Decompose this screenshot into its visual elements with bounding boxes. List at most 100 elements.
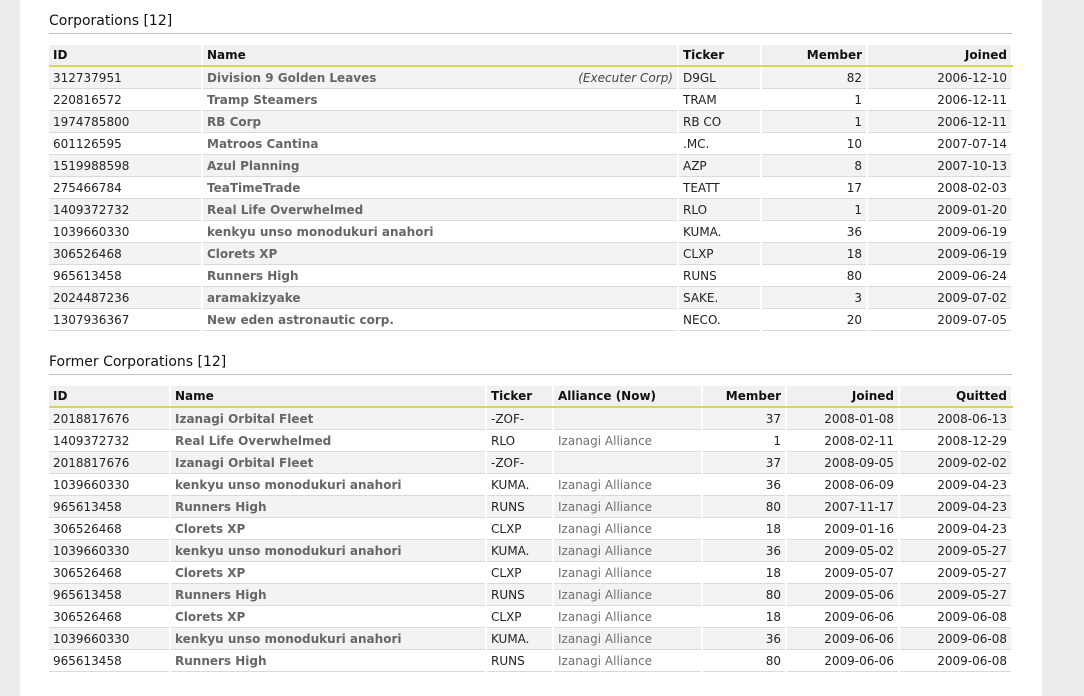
cell-name: Izanagi Orbital Fleet (170, 407, 487, 430)
cell-ticker: KUMA. (486, 473, 554, 496)
cell-name: kenkyu unso monodukuri anahori (202, 220, 679, 243)
column-header-ticker[interactable]: Ticker (486, 386, 554, 408)
corporation-link[interactable]: Division 9 Golden Leaves (207, 71, 376, 85)
column-header-joined[interactable]: Joined (786, 386, 900, 408)
alliance-link[interactable]: Izanagi Alliance (558, 654, 652, 668)
corporation-link[interactable]: Tramp Steamers (207, 93, 317, 107)
corporation-link[interactable]: RB Corp (207, 115, 261, 129)
corporation-link[interactable]: aramakizyake (207, 291, 301, 305)
corporation-link[interactable]: Clorets XP (175, 522, 245, 536)
cell-joined: 2009-06-06 (786, 605, 900, 628)
corporation-link[interactable]: New eden astronautic corp. (207, 313, 394, 327)
alliance-link[interactable]: Izanagi Alliance (558, 632, 652, 646)
table-row: 220816572 Tramp Steamers TRAM 1 2006-12-11 (49, 88, 1013, 111)
corporation-link[interactable]: Runners High (175, 588, 267, 602)
corporation-link[interactable]: Izanagi Orbital Fleet (175, 456, 313, 470)
corporation-link[interactable]: Clorets XP (207, 247, 277, 261)
cell-ticker: CLXP (678, 242, 762, 265)
corporation-link[interactable]: Matroos Cantina (207, 137, 318, 151)
alliance-link[interactable]: Izanagi Alliance (558, 478, 652, 492)
cell-id: 2018817676 (49, 407, 171, 430)
cell-id: 1039660330 (49, 473, 171, 496)
column-header-member[interactable]: Member (702, 386, 787, 408)
cell-ticker: -ZOF- (486, 407, 554, 430)
cell-ticker: RLO (678, 198, 762, 221)
alliance-link[interactable]: Izanagi Alliance (558, 434, 652, 448)
corporation-link[interactable]: kenkyu unso monodukuri anahori (175, 632, 401, 646)
cell-joined: 2006-12-11 (867, 110, 1013, 133)
corporation-link[interactable]: Clorets XP (175, 566, 245, 580)
cell-name: (Executer Corp) Division 9 Golden Leaves (202, 66, 679, 89)
alliance-link[interactable]: Izanagi Alliance (558, 588, 652, 602)
column-header-name[interactable]: Name (170, 386, 487, 408)
cell-name: Clorets XP (170, 605, 487, 628)
table-row: 965613458 Runners High RUNS 80 2009-06-24 (49, 264, 1013, 287)
column-header-ticker[interactable]: Ticker (678, 45, 762, 67)
cell-name: Matroos Cantina (202, 132, 679, 155)
cell-member: 36 (702, 473, 787, 496)
column-header-joined[interactable]: Joined (867, 45, 1013, 67)
cell-name: Runners High (202, 264, 679, 287)
corporation-link[interactable]: kenkyu unso monodukuri anahori (207, 225, 433, 239)
table-row: 306526468 Clorets XP CLXP Izanagi Alliance 1… (49, 517, 1013, 540)
cell-name: Clorets XP (170, 561, 487, 584)
cell-id: 1519988598 (49, 154, 203, 177)
cell-ticker: CLXP (486, 561, 554, 584)
alliance-link[interactable]: Izanagi Alliance (558, 522, 652, 536)
cell-member: 1 (702, 429, 787, 452)
table-row: 965613458 Runners High RUNS Izanagi Allianc… (49, 583, 1013, 606)
cell-name: Runners High (170, 649, 487, 672)
cell-id: 1307936367 (49, 308, 203, 331)
corporation-link[interactable]: Runners High (175, 500, 267, 514)
cell-ticker: KUMA. (486, 539, 554, 562)
cell-joined: 2009-06-19 (867, 242, 1013, 265)
table-row: 306526468 Clorets XP CLXP Izanagi Alliance 1… (49, 605, 1013, 628)
alliance-link[interactable]: Izanagi Alliance (558, 500, 652, 514)
cell-name: TeaTimeTrade (202, 176, 679, 199)
corporation-link[interactable]: Izanagi Orbital Fleet (175, 412, 313, 426)
table-row: 1039660330 kenkyu unso monodukuri anahori… (49, 220, 1013, 243)
corporation-link[interactable]: kenkyu unso monodukuri anahori (175, 544, 401, 558)
cell-ticker: SAKE. (678, 286, 762, 309)
corporation-link[interactable]: TeaTimeTrade (207, 181, 300, 195)
cell-alliance (553, 407, 703, 430)
corporation-link[interactable]: Runners High (207, 269, 299, 283)
column-header-id[interactable]: ID (49, 386, 171, 408)
cell-joined: 2009-05-02 (786, 539, 900, 562)
corporation-link[interactable]: Runners High (175, 654, 267, 668)
column-header-quitted[interactable]: Quitted (899, 386, 1013, 408)
cell-member: 1 (761, 88, 868, 111)
cell-ticker: KUMA. (678, 220, 762, 243)
table-row: 2018817676 Izanagi Orbital Fleet -ZOF- 37 20… (49, 407, 1013, 430)
cell-quitted: 2009-06-08 (899, 649, 1013, 672)
cell-ticker: TEATT (678, 176, 762, 199)
former-corporations-title: Former Corporations [12] (49, 354, 227, 370)
cell-id: 2018817676 (49, 451, 171, 474)
cell-alliance: Izanagi Alliance (553, 495, 703, 518)
column-header-alliance[interactable]: Alliance (Now) (553, 386, 703, 408)
column-header-id[interactable]: ID (49, 45, 203, 67)
cell-name: Clorets XP (170, 517, 487, 540)
corporation-link[interactable]: Azul Planning (207, 159, 299, 173)
corporation-link[interactable]: kenkyu unso monodukuri anahori (175, 478, 401, 492)
cell-alliance: Izanagi Alliance (553, 473, 703, 496)
alliance-link[interactable]: Izanagi Alliance (558, 566, 652, 580)
cell-joined: 2009-07-02 (867, 286, 1013, 309)
cell-quitted: 2009-04-23 (899, 473, 1013, 496)
cell-name: aramakizyake (202, 286, 679, 309)
cell-alliance: Izanagi Alliance (553, 627, 703, 650)
corporation-link[interactable]: Clorets XP (175, 610, 245, 624)
column-header-name[interactable]: Name (202, 45, 679, 67)
cell-id: 1409372732 (49, 198, 203, 221)
column-header-member[interactable]: Member (761, 45, 868, 67)
cell-ticker: .MC. (678, 132, 762, 155)
cell-id: 1039660330 (49, 627, 171, 650)
cell-quitted: 2009-04-23 (899, 517, 1013, 540)
alliance-link[interactable]: Izanagi Alliance (558, 610, 652, 624)
corporation-link[interactable]: Real Life Overwhelmed (175, 434, 331, 448)
corporation-link[interactable]: Real Life Overwhelmed (207, 203, 363, 217)
former-corporations-table: ID Name Ticker Alliance (Now) Member Joi… (49, 386, 1013, 672)
alliance-link[interactable]: Izanagi Alliance (558, 544, 652, 558)
cell-name: Tramp Steamers (202, 88, 679, 111)
table-row: 312737951 (Executer Corp) Division 9 Golde… (49, 66, 1013, 89)
